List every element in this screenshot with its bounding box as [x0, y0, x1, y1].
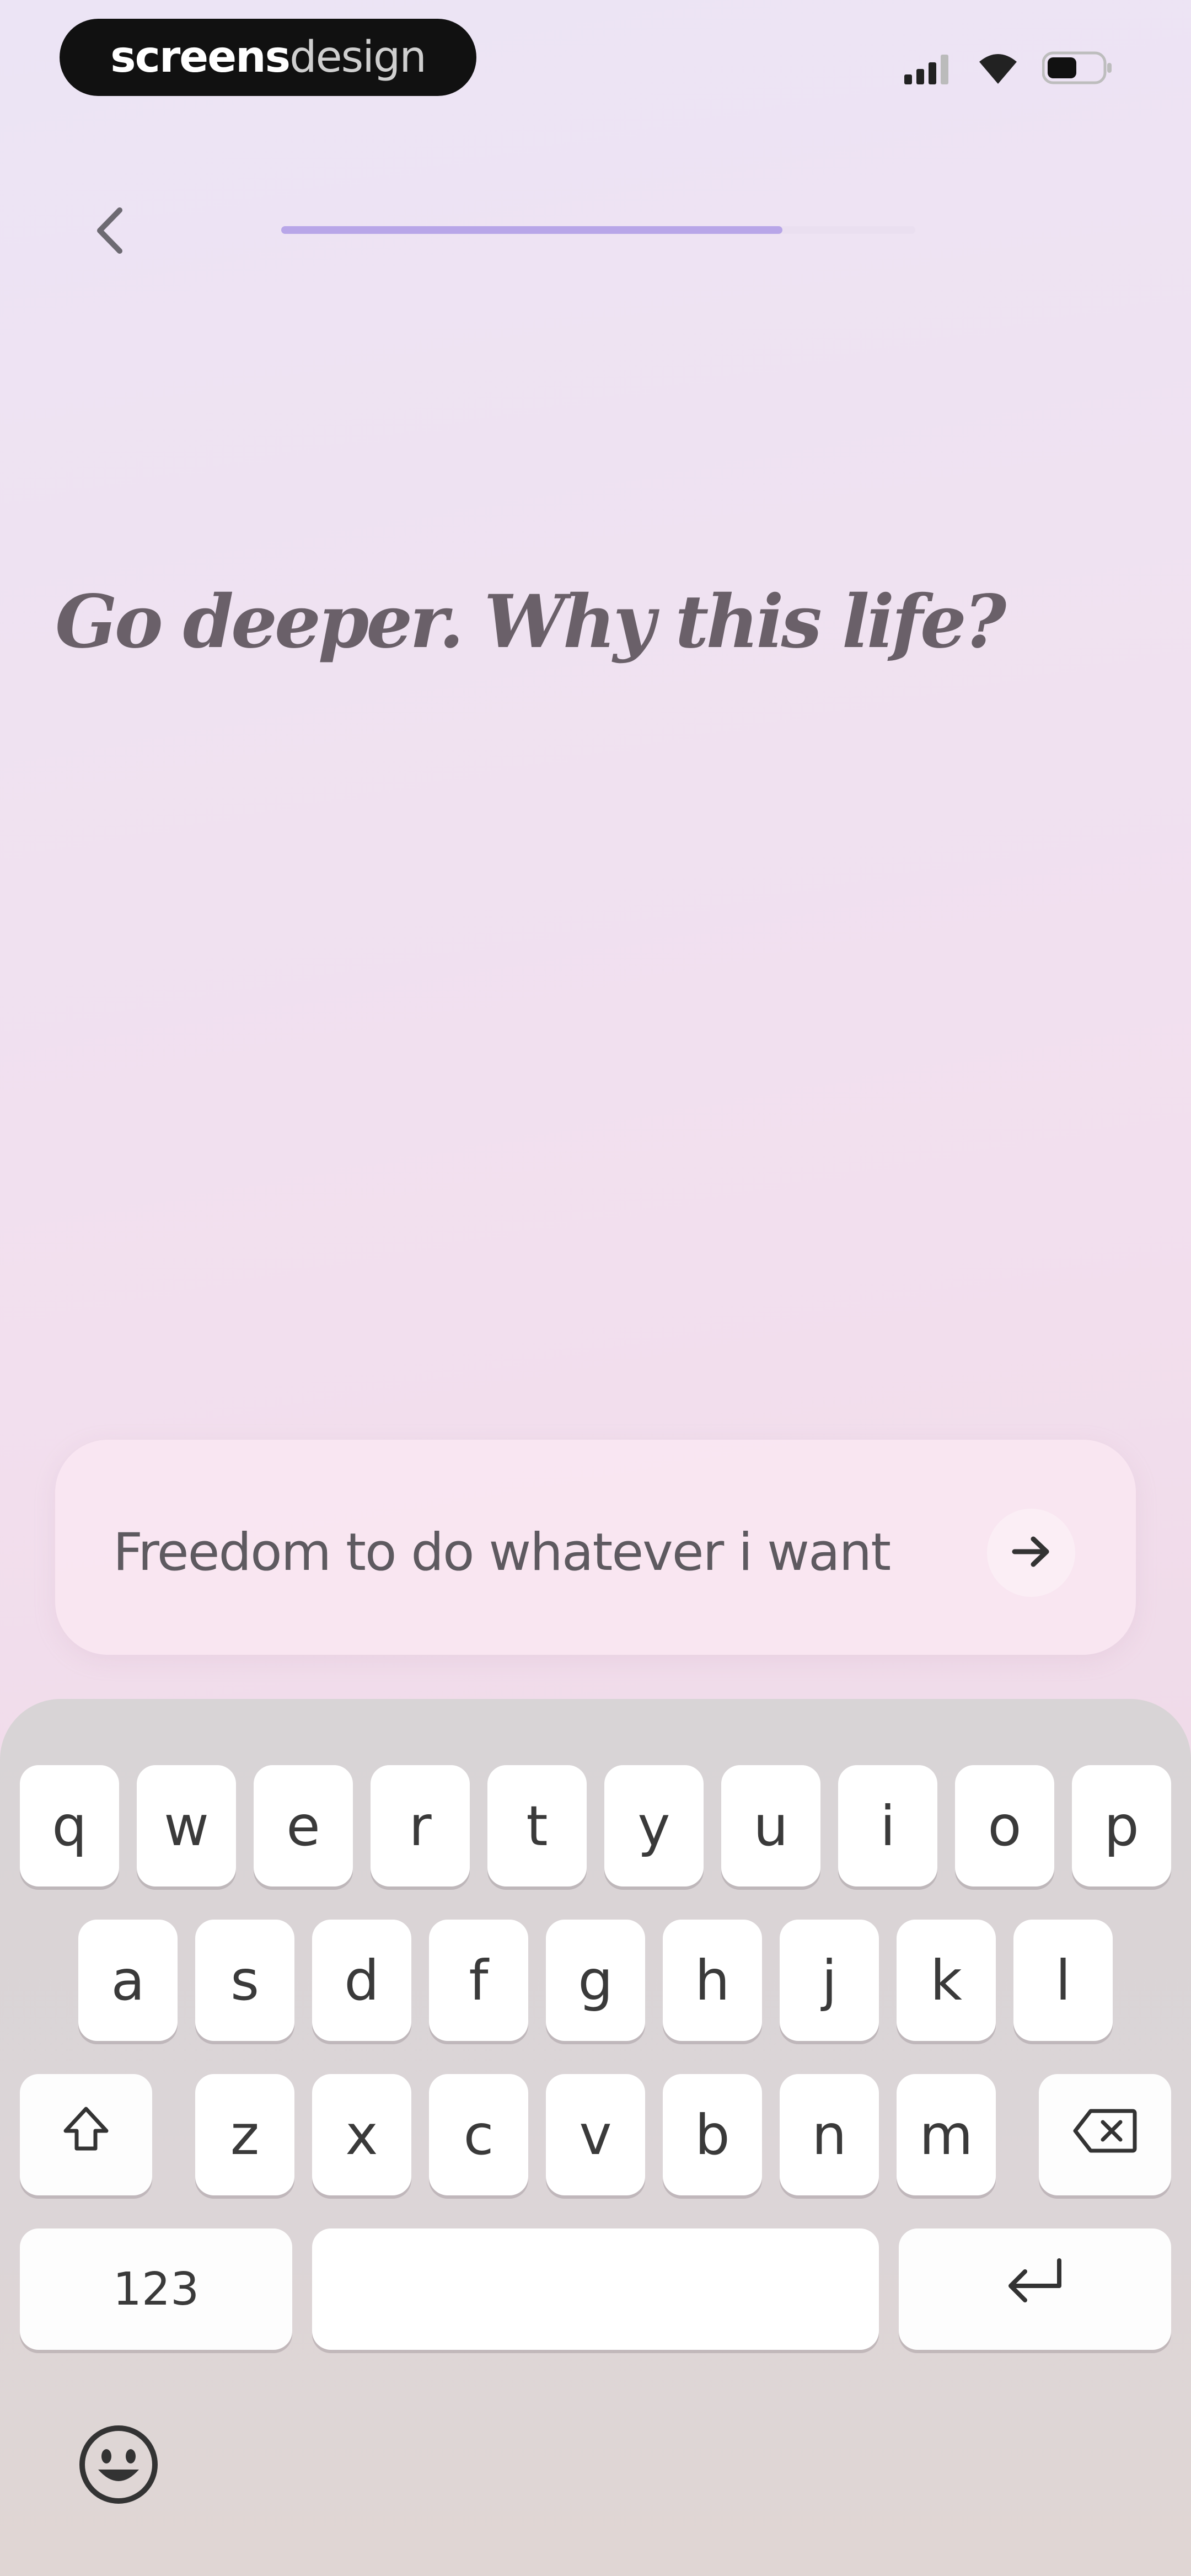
backspace-icon	[1072, 2103, 1138, 2167]
numbers-key[interactable]: 123	[20, 2228, 292, 2350]
key-w[interactable]: w	[137, 1765, 236, 1886]
key-o[interactable]: o	[955, 1765, 1054, 1886]
key-u[interactable]: u	[721, 1765, 820, 1886]
key-f[interactable]: f	[429, 1920, 528, 2041]
key-q[interactable]: q	[20, 1765, 119, 1886]
progress-bar	[281, 226, 915, 234]
key-h[interactable]: h	[663, 1920, 762, 2041]
key-m[interactable]: m	[897, 2074, 996, 2195]
keyboard: q w e r t y u i o p a s d f g h j k l z …	[0, 1699, 1191, 2576]
key-i[interactable]: i	[838, 1765, 937, 1886]
key-a[interactable]: a	[78, 1920, 178, 2041]
status-icons	[904, 50, 1114, 88]
answer-input-card[interactable]: Freedom to do whatever i want	[55, 1440, 1136, 1655]
key-j[interactable]: j	[780, 1920, 879, 2041]
battery-icon	[1042, 51, 1114, 88]
chevron-left-icon	[91, 200, 130, 264]
key-l[interactable]: l	[1013, 1920, 1113, 2041]
key-g[interactable]: g	[546, 1920, 645, 2041]
back-button[interactable]	[83, 199, 138, 265]
screen: screens design Go deeper. Why this life?…	[0, 0, 1191, 2576]
key-c[interactable]: c	[429, 2074, 528, 2195]
key-b[interactable]: b	[663, 2074, 762, 2195]
arrow-right-icon	[1009, 1532, 1053, 1574]
answer-input[interactable]: Freedom to do whatever i want	[113, 1522, 891, 1583]
key-d[interactable]: d	[312, 1920, 411, 2041]
key-p[interactable]: p	[1072, 1765, 1171, 1886]
key-z[interactable]: z	[195, 2074, 294, 2195]
key-t[interactable]: t	[487, 1765, 587, 1886]
shift-icon	[61, 2103, 111, 2167]
brand-light-text: design	[289, 33, 427, 82]
space-key[interactable]	[312, 2228, 879, 2350]
key-v[interactable]: v	[546, 2074, 645, 2195]
wifi-icon	[976, 51, 1020, 88]
key-e[interactable]: e	[254, 1765, 353, 1886]
signal-icon	[904, 51, 954, 87]
key-k[interactable]: k	[897, 1920, 996, 2041]
key-s[interactable]: s	[195, 1920, 294, 2041]
key-r[interactable]: r	[371, 1765, 470, 1886]
send-button[interactable]	[987, 1509, 1075, 1597]
key-x[interactable]: x	[312, 2074, 411, 2195]
brand-watermark: screens design	[60, 19, 476, 96]
page-title: Go deeper. Why this life?	[55, 579, 1006, 665]
emoji-button[interactable]	[74, 2422, 163, 2510]
return-icon	[1002, 2255, 1068, 2323]
progress-bar-fill	[281, 226, 782, 234]
shift-key[interactable]	[20, 2074, 152, 2195]
delete-key[interactable]	[1039, 2074, 1171, 2195]
brand-bold-text: screens	[110, 33, 291, 82]
return-key[interactable]	[899, 2228, 1171, 2350]
key-y[interactable]: y	[604, 1765, 704, 1886]
emoji-icon	[77, 2423, 160, 2509]
key-n[interactable]: n	[780, 2074, 879, 2195]
